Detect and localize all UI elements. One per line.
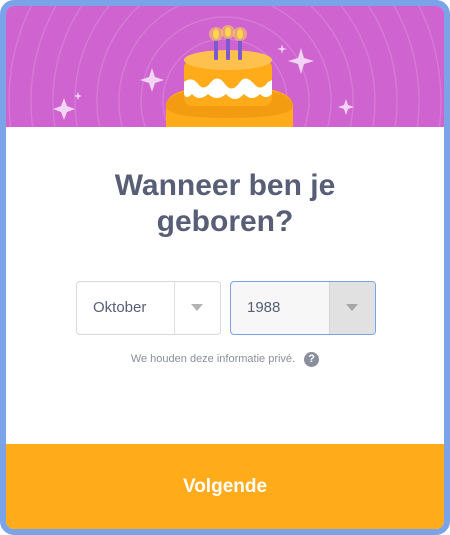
birthdate-dialog: Wanneer ben je geboren? Oktober 1988 We … <box>0 0 450 535</box>
next-button[interactable]: Volgende <box>6 444 444 529</box>
chevron-down-icon <box>346 304 358 311</box>
birthday-cake-icon <box>6 6 444 127</box>
year-select-value: 1988 <box>247 299 281 316</box>
title-line-2: geboren? <box>156 205 294 238</box>
chevron-down-icon <box>191 304 203 311</box>
page-title: Wanneer ben je geboren? <box>6 168 444 240</box>
month-select[interactable]: Oktober <box>76 281 221 335</box>
privacy-note: We houden deze informatie privé. ? <box>6 350 444 368</box>
title-line-1: Wanneer ben je <box>114 169 336 202</box>
year-select[interactable]: 1988 <box>230 281 376 335</box>
year-select-arrow[interactable] <box>329 282 375 334</box>
month-select-value: Oktober <box>93 299 147 316</box>
header-banner <box>6 6 444 127</box>
month-select-arrow[interactable] <box>174 282 220 334</box>
privacy-text: We houden deze informatie privé. <box>130 353 296 365</box>
help-icon[interactable]: ? <box>304 351 320 367</box>
